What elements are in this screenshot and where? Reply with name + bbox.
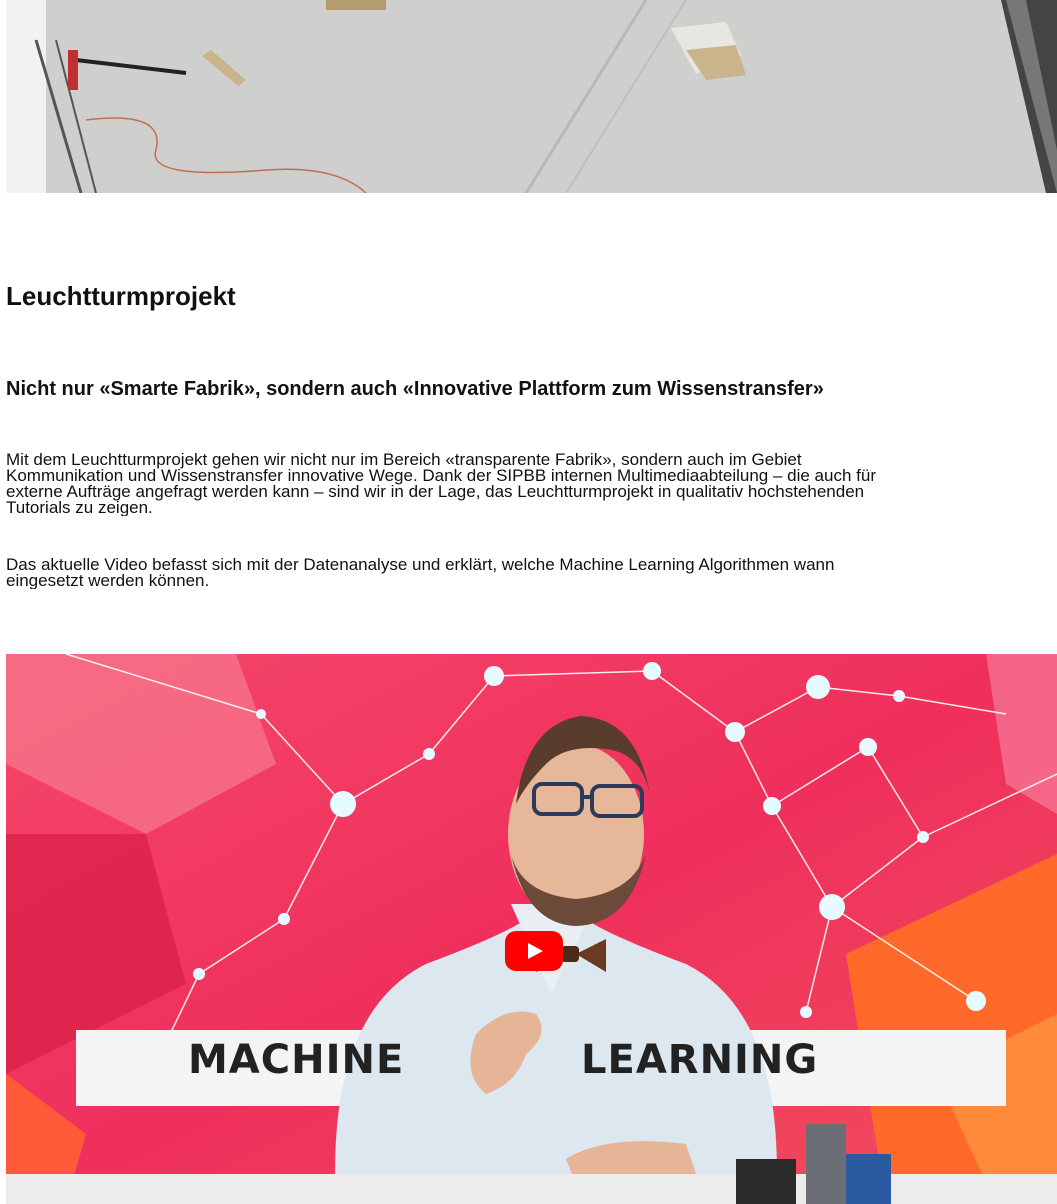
- video-title-left: MACHINE: [188, 1037, 405, 1083]
- page-title: Leuchtturmprojekt: [6, 281, 236, 311]
- intro-line: Tutorials zu zeigen.: [6, 498, 153, 516]
- video-thumbnail: [6, 654, 1057, 1204]
- factory-floor-photo: [6, 0, 1057, 193]
- video-description: Das aktuelle Video befasst sich mit der …: [6, 557, 1057, 589]
- hero-image: [6, 0, 1057, 193]
- intro-paragraph: Mit dem Leuchtturmprojekt gehen wir nich…: [6, 452, 1057, 516]
- description-line: eingesetzt werden können.: [6, 571, 210, 589]
- youtube-play-icon[interactable]: [505, 931, 563, 971]
- section-subtitle: Nicht nur «Smarte Fabrik», sondern auch …: [6, 378, 824, 400]
- video-embed[interactable]: MACHINE LEARNING: [6, 654, 1057, 1204]
- intro-line: externe Aufträge angefragt werden kann –…: [6, 482, 865, 501]
- video-title-right: LEARNING: [581, 1037, 819, 1083]
